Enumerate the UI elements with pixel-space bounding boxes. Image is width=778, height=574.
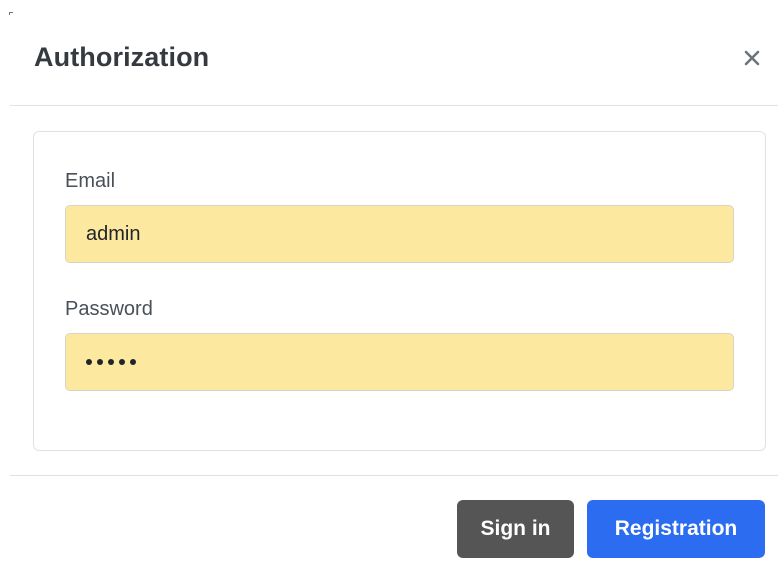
close-icon [744, 50, 760, 66]
password-mask [86, 359, 136, 365]
password-mask-dot [119, 359, 125, 365]
password-mask-dot [97, 359, 103, 365]
modal-footer: Sign in Registration [10, 475, 778, 574]
password-mask-dot [130, 359, 136, 365]
email-field[interactable]: admin [65, 205, 734, 263]
registration-button[interactable]: Registration [587, 500, 765, 558]
password-field[interactable] [65, 333, 734, 391]
sign-in-button[interactable]: Sign in [457, 500, 574, 558]
modal-body: Email admin Password [10, 107, 778, 475]
email-label: Email [65, 170, 116, 192]
close-button[interactable] [738, 44, 766, 72]
modal-title: Authorization [34, 42, 210, 72]
authorization-modal: Authorization Email admin Password Sign … [0, 0, 778, 574]
password-mask-dot [108, 359, 114, 365]
password-mask-dot [86, 359, 92, 365]
login-form-card: Email admin Password [33, 131, 766, 451]
password-label: Password [65, 298, 153, 320]
modal-header: Authorization [10, 0, 778, 106]
email-value: admin [86, 222, 141, 245]
